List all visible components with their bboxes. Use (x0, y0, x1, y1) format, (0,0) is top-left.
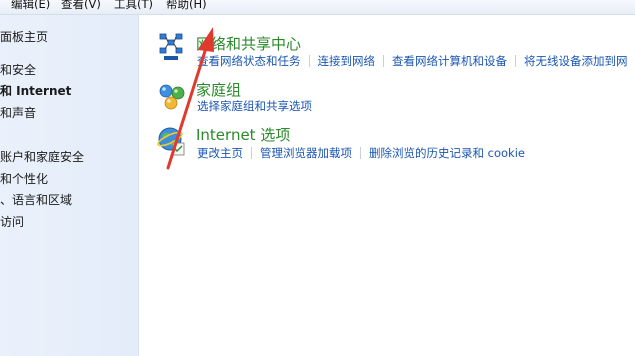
link-view-network-status[interactable]: 查看网络状态和任务 (197, 54, 301, 68)
link-add-wireless-device[interactable]: 将无线设备添加到网 (524, 54, 628, 68)
network-center-links: 查看网络状态和任务 连接到网络 查看网络计算机和设备 将无线设备添加到网 (197, 53, 628, 69)
network-center-title[interactable]: 网络和共享中心 (196, 33, 301, 54)
network-center-icon[interactable] (156, 31, 188, 63)
sidebar-item-network-internet[interactable]: 和 Internet (0, 82, 71, 99)
link-connect-to-network[interactable]: 连接到网络 (318, 54, 376, 68)
link-manage-addons[interactable]: 管理浏览器加载项 (260, 146, 352, 160)
internet-options-icon[interactable] (156, 125, 188, 157)
menu-help[interactable]: 帮助(H) (166, 0, 207, 10)
homegroup-icon[interactable] (156, 81, 188, 113)
link-separator (515, 55, 516, 67)
link-delete-browsing-history[interactable]: 删除浏览的历史记录和 cookie (369, 146, 525, 160)
link-change-homepage[interactable]: 更改主页 (197, 146, 243, 160)
link-separator (360, 147, 361, 159)
menu-bar: 编辑(E) 查看(V) 工具(T) 帮助(H) (0, 0, 635, 15)
sidebar-item-hardware-sound[interactable]: 和声音 (0, 104, 36, 121)
link-separator (383, 55, 384, 67)
sidebar-item-user-accounts[interactable]: 账户和家庭安全 (0, 148, 84, 165)
homegroup-title[interactable]: 家庭组 (196, 79, 241, 100)
link-view-network-computers[interactable]: 查看网络计算机和设备 (392, 54, 507, 68)
homegroup-links: 选择家庭组和共享选项 (197, 98, 312, 114)
sidebar-item-ease-of-access[interactable]: 访问 (0, 213, 24, 230)
sidebar-item-system-security[interactable]: 和安全 (0, 61, 36, 78)
menu-edit[interactable]: 编辑(E) (11, 0, 50, 10)
internet-options-title[interactable]: Internet 选项 (196, 124, 290, 145)
link-separator (308, 55, 310, 67)
sidebar-item-clock-language-region[interactable]: 、语言和区域 (0, 191, 72, 208)
menu-view[interactable]: 查看(V) (61, 0, 101, 10)
menu-tools[interactable]: 工具(T) (114, 0, 153, 10)
link-separator (251, 147, 252, 159)
internet-options-links: 更改主页 管理浏览器加载项 删除浏览的历史记录和 cookie (197, 145, 525, 161)
sidebar-item-control-panel-home[interactable]: 面板主页 (0, 28, 48, 45)
link-homegroup-sharing-options[interactable]: 选择家庭组和共享选项 (197, 99, 312, 113)
sidebar-item-appearance[interactable]: 和个性化 (0, 170, 48, 187)
sidebar: 面板主页 和安全 和 Internet 和声音 账户和家庭安全 和个性化 、语言… (0, 15, 139, 356)
